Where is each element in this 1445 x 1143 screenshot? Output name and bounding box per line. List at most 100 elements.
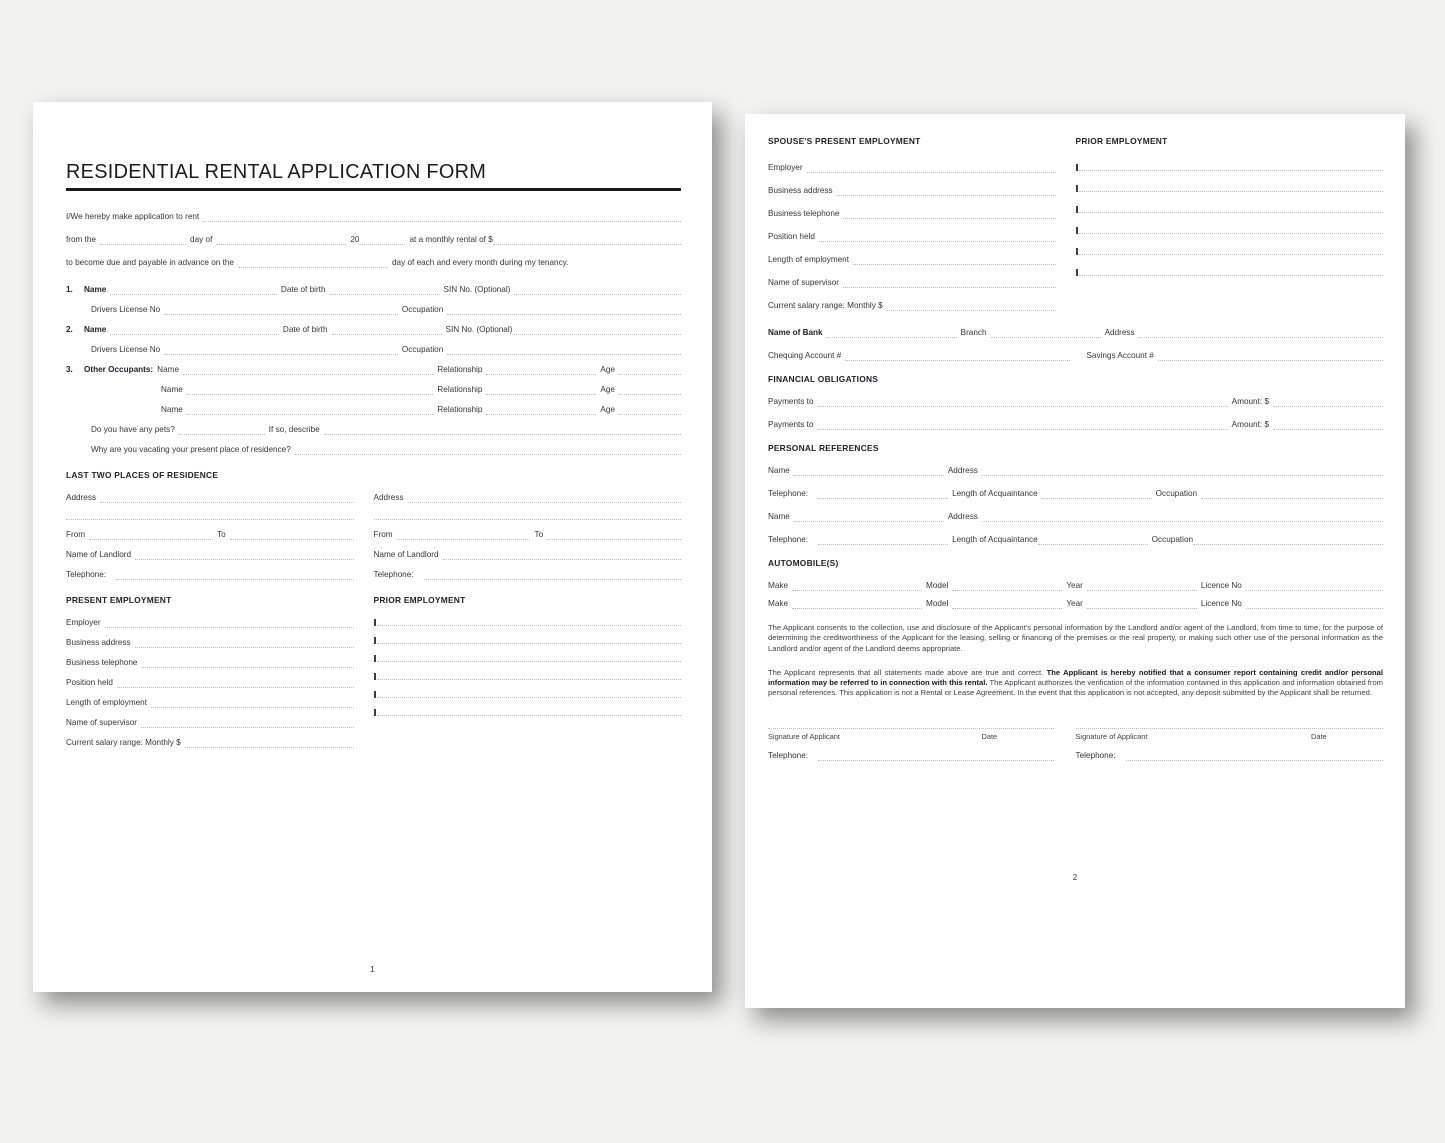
automobile-1-make-field[interactable]	[792, 583, 923, 591]
occupant-3-name-field[interactable]	[186, 407, 434, 415]
reference-1-address-field[interactable]	[981, 468, 1383, 476]
residence-1-address-field-2[interactable]	[66, 512, 354, 520]
automobile-2-licence-field[interactable]	[1245, 601, 1383, 609]
reference-2-telephone-field[interactable]	[818, 537, 949, 545]
spouse-business-telephone-field[interactable]	[843, 211, 1056, 219]
residence-1-to-field[interactable]	[229, 532, 354, 540]
automobile-2-year-field[interactable]	[1086, 601, 1197, 609]
prior2-length-field[interactable]	[1075, 246, 1383, 255]
occupant-1-relationship-field[interactable]	[486, 367, 597, 375]
from-day-field[interactable]	[100, 237, 187, 245]
spouse-employer-field[interactable]	[806, 165, 1056, 173]
chequing-account-field[interactable]	[845, 353, 1071, 361]
occupant-3-age-field[interactable]	[619, 407, 681, 415]
occupant-3-relationship-field[interactable]	[486, 407, 597, 415]
occupant-2-name-field[interactable]	[186, 387, 434, 395]
residence-2-to-field[interactable]	[547, 532, 682, 540]
application-to-rent-field[interactable]	[203, 214, 681, 222]
reference-1-occupation-field[interactable]	[1201, 491, 1383, 499]
applicant-2-license-field[interactable]	[164, 347, 398, 355]
present-business-address-field[interactable]	[134, 640, 354, 648]
prior2-business-address-field[interactable]	[1075, 183, 1383, 192]
prior-supervisor-field[interactable]	[373, 707, 681, 716]
signature-2-field[interactable]	[1075, 727, 1383, 729]
applicant-2-occupation-field[interactable]	[447, 347, 681, 355]
applicant-1-sin-field[interactable]	[514, 287, 681, 295]
bank-branch-field[interactable]	[990, 330, 1101, 338]
reference-2-acquaintance-field[interactable]	[1037, 537, 1148, 545]
present-employer-field[interactable]	[104, 620, 354, 628]
prior-position-field[interactable]	[373, 671, 681, 680]
automobile-2-make-field[interactable]	[792, 601, 923, 609]
prior-length-field[interactable]	[373, 689, 681, 698]
spouse-business-address-field[interactable]	[836, 188, 1056, 196]
reference-1-acquaintance-field[interactable]	[1041, 491, 1152, 499]
present-position-field[interactable]	[116, 680, 354, 688]
prior2-business-telephone-field[interactable]	[1075, 204, 1383, 213]
residence-2-address-field[interactable]	[407, 495, 681, 503]
savings-account-field[interactable]	[1157, 353, 1384, 361]
monthly-rental-label: at a monthly rental of $	[409, 235, 493, 244]
occupant-2-age-field[interactable]	[619, 387, 681, 395]
prior-business-telephone-field[interactable]	[373, 653, 681, 662]
present-employer-row: Employer	[66, 617, 354, 628]
applicant-1-name-field[interactable]	[110, 287, 277, 295]
present-business-telephone-field[interactable]	[141, 660, 354, 668]
prior2-position-field[interactable]	[1075, 225, 1383, 234]
occupant-1-name-field[interactable]	[183, 367, 434, 375]
applicant-1-dob-field[interactable]	[329, 287, 440, 295]
applicant-2-dob-field[interactable]	[331, 327, 442, 335]
reference-1-name-field[interactable]	[793, 468, 944, 476]
bank-name-field[interactable]	[826, 330, 957, 338]
pets-field[interactable]	[178, 427, 265, 435]
automobile-2-model-field[interactable]	[952, 601, 1063, 609]
prior-employer-field[interactable]	[373, 617, 681, 626]
vacating-field[interactable]	[294, 447, 681, 455]
reference-1-telephone-field[interactable]	[818, 491, 949, 499]
signature-1-telephone-field[interactable]	[818, 753, 1054, 761]
residence-1-address-field[interactable]	[100, 495, 354, 503]
year-field[interactable]	[359, 237, 406, 245]
signature-1-field[interactable]	[768, 727, 1054, 729]
spouse-length-field[interactable]	[853, 257, 1056, 265]
prior-business-address-field[interactable]	[373, 635, 681, 644]
spouse-position-field[interactable]	[818, 234, 1056, 242]
spouse-salary-field[interactable]	[886, 303, 1056, 311]
signature-2-telephone-field[interactable]	[1125, 753, 1383, 761]
applicant-2-name-field[interactable]	[110, 327, 279, 335]
occupant-1-age-field[interactable]	[619, 367, 681, 375]
automobile-1-year-field[interactable]	[1086, 583, 1197, 591]
present-salary-field[interactable]	[184, 740, 354, 748]
automobile-1-licence-field[interactable]	[1245, 583, 1383, 591]
residence-1-landlord-field[interactable]	[135, 552, 354, 560]
present-supervisor-field[interactable]	[141, 720, 354, 728]
payments-1-field[interactable]	[817, 399, 1228, 407]
automobile-1-model-field[interactable]	[952, 583, 1063, 591]
occupant-2-relationship-field[interactable]	[486, 387, 597, 395]
prior2-employer-field[interactable]	[1075, 162, 1383, 171]
amount-1-field[interactable]	[1273, 399, 1383, 407]
residence-2-telephone-field[interactable]	[423, 572, 681, 580]
reference-2-address-field[interactable]	[981, 514, 1383, 522]
applicant-1-license-field[interactable]	[164, 307, 398, 315]
month-field[interactable]	[216, 237, 347, 245]
monthly-rental-field[interactable]	[492, 237, 681, 245]
residence-2-from-field[interactable]	[396, 532, 531, 540]
pets-describe-field[interactable]	[323, 427, 681, 435]
applicant-1-occupation-field[interactable]	[447, 307, 681, 315]
bank-address-field[interactable]	[1138, 330, 1383, 338]
spouse-supervisor-field[interactable]	[843, 280, 1056, 288]
residence-2-address-field-2[interactable]	[373, 512, 681, 520]
residence-1-telephone-field[interactable]	[116, 572, 354, 580]
applicant-2-sin-field[interactable]	[512, 327, 681, 335]
financial-obligations-heading: FINANCIAL OBLIGATIONS	[768, 374, 879, 384]
amount-2-field[interactable]	[1273, 422, 1383, 430]
residence-1-from-field[interactable]	[89, 532, 213, 540]
prior2-supervisor-field[interactable]	[1075, 267, 1383, 276]
present-length-field[interactable]	[151, 700, 354, 708]
reference-2-occupation-field[interactable]	[1193, 537, 1383, 545]
payable-day-field[interactable]	[237, 260, 388, 268]
residence-2-landlord-field[interactable]	[442, 552, 681, 560]
reference-2-name-field[interactable]	[793, 514, 944, 522]
payments-2-field[interactable]	[817, 422, 1228, 430]
